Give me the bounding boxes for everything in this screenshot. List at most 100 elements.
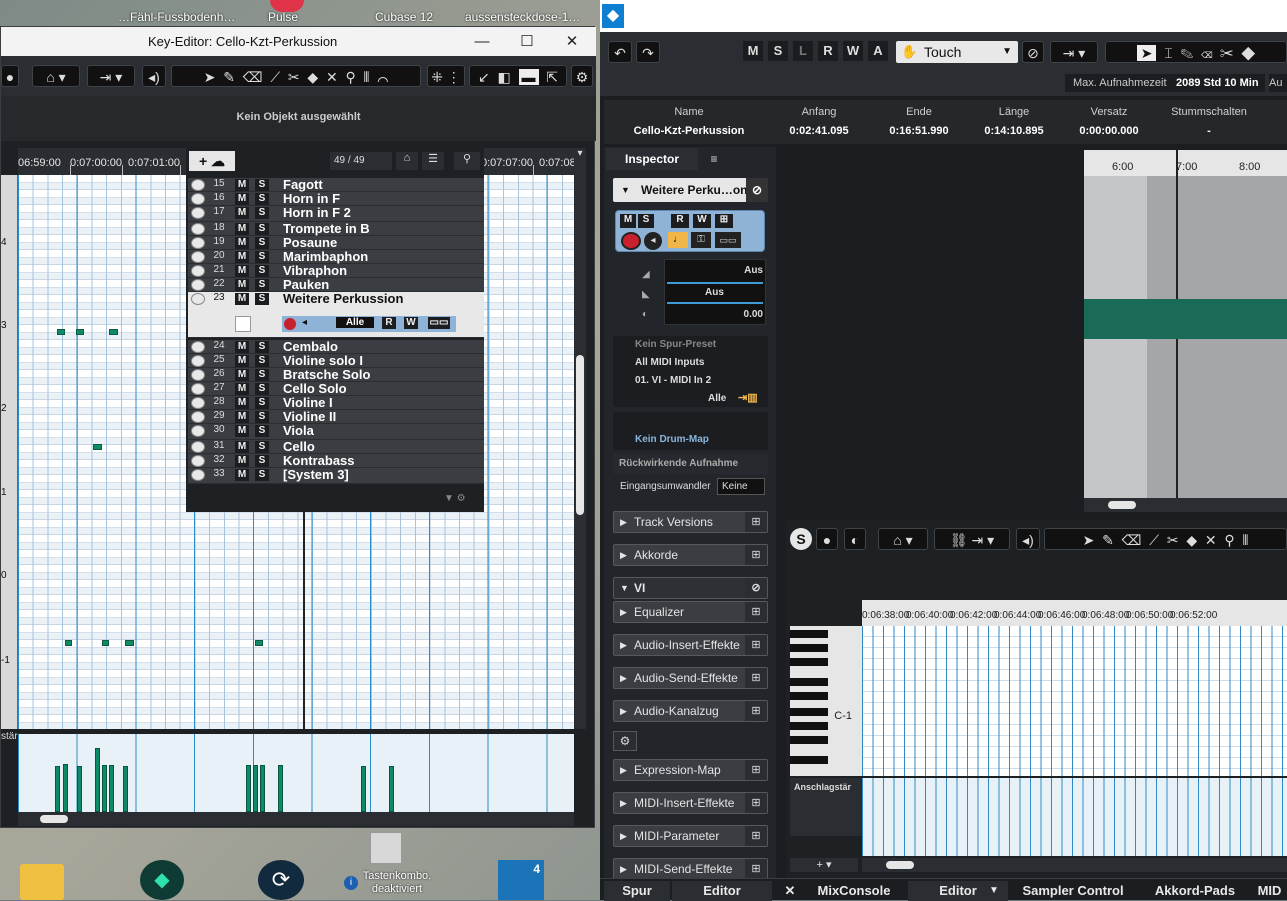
track-name[interactable]: Cembalo <box>283 339 338 354</box>
track-row-17[interactable]: 17 M S Horn in F 2 <box>188 205 484 222</box>
solo-editor-icon[interactable]: S <box>790 528 812 550</box>
solo-icon[interactable]: ● <box>1 65 19 87</box>
speaker-icon[interactable]: ◂) <box>1016 528 1040 550</box>
mute-button[interactable]: M <box>235 411 249 423</box>
solo-button[interactable]: S <box>638 214 654 228</box>
glue-icon[interactable]: ◆ <box>1186 532 1197 548</box>
write-button[interactable]: W <box>404 317 418 329</box>
black-key[interactable] <box>790 736 828 744</box>
channel-select[interactable]: Alle <box>336 317 374 328</box>
glue-icon[interactable]: ◆ <box>1241 45 1255 61</box>
mute-icon[interactable]: ✕ <box>1205 532 1217 548</box>
solo-button[interactable]: S <box>255 455 269 467</box>
velocity-bar[interactable] <box>278 765 283 812</box>
inspector-section-track-versions[interactable]: ▶ Track Versions ⊞ <box>613 511 768 533</box>
black-key[interactable] <box>790 708 828 716</box>
arrow-icon[interactable]: ↙ <box>478 69 490 85</box>
collapse-icon[interactable]: ▼ <box>621 178 630 202</box>
edit-instrument-icon[interactable]: ⊘ <box>746 178 768 202</box>
mute-button[interactable]: M <box>235 469 249 481</box>
track-name[interactable]: Horn in F <box>283 191 340 206</box>
ruler-scroll-icon[interactable]: ▾ <box>574 148 586 175</box>
lock-icon[interactable]: ⚿ <box>691 232 711 248</box>
midi-note[interactable] <box>93 444 102 450</box>
info-value-start[interactable]: 0:02:41.095 <box>779 125 859 137</box>
section-action-icon[interactable]: ⊞ <box>745 826 767 846</box>
track-name[interactable]: Violine solo I <box>283 353 363 368</box>
autoscroll-icon[interactable]: ⌂ ▾ <box>878 528 928 550</box>
autoscroll-icon[interactable]: ⌂ ▾ <box>32 65 80 87</box>
track-row-22[interactable]: 22 M S Pauken <box>188 277 484 292</box>
lanes-icon[interactable]: ⊞ <box>715 214 733 228</box>
desktop-icon-label[interactable]: Pulse <box>268 10 298 24</box>
line-icon[interactable]: ⫴ <box>1242 532 1248 548</box>
track-row-21[interactable]: 21 M S Vibraphon <box>188 263 484 278</box>
track-name[interactable]: Vibraphon <box>283 263 347 278</box>
arrange-area[interactable]: 6:00 7:00 8:00 <box>1084 150 1287 512</box>
inspector-section-audio-kanalzug[interactable]: ▶ Audio-Kanalzug ⊞ <box>613 700 768 722</box>
inspector-section-audio-insert-effekte[interactable]: ▶ Audio-Insert-Effekte ⊞ <box>613 634 768 656</box>
velocity-bar[interactable] <box>253 765 258 812</box>
split-icon[interactable]: ✂ <box>1220 45 1233 61</box>
mute-button[interactable]: M <box>235 355 249 367</box>
section-action-icon[interactable]: ⊞ <box>745 701 767 721</box>
velocity-bar[interactable] <box>260 765 265 812</box>
read-button[interactable]: R <box>818 41 838 61</box>
tab-midi[interactable]: MID <box>1252 881 1287 901</box>
solo-button[interactable]: S <box>255 341 269 353</box>
listen-button[interactable]: L <box>793 41 813 61</box>
midi-note[interactable] <box>109 329 118 335</box>
track-name[interactable]: Viola <box>283 423 314 438</box>
desktop-icon-label[interactable]: aussensteckdose-1… <box>465 10 580 24</box>
midi-note[interactable] <box>125 640 134 646</box>
velocity-bar[interactable] <box>77 766 82 812</box>
pan-slider[interactable] <box>667 302 763 304</box>
track-name[interactable]: Cello <box>283 439 315 454</box>
velocity-lane[interactable] <box>18 734 574 812</box>
track-name[interactable]: [System 3] <box>283 467 349 482</box>
record-enable-button[interactable] <box>621 232 641 250</box>
mute-button[interactable]: M <box>235 207 249 219</box>
midi-note[interactable] <box>57 329 65 335</box>
midi-note[interactable] <box>255 640 263 646</box>
solo-button[interactable]: S <box>255 279 269 291</box>
inspector-section-akkorde[interactable]: ▶ Akkorde ⊞ <box>613 544 768 566</box>
gear-icon[interactable]: ⚙ <box>613 731 637 751</box>
solo-button[interactable]: S <box>255 265 269 277</box>
timebase-icon[interactable]: ♩ <box>668 232 688 248</box>
solo-button[interactable]: S <box>255 223 269 235</box>
midi-input-select[interactable]: All MIDI Inputs <box>635 357 704 368</box>
volume-slider[interactable] <box>667 282 763 284</box>
keyboard-icon[interactable] <box>370 832 402 864</box>
mute-button[interactable]: M <box>235 425 249 437</box>
quantize-icon[interactable]: ⁜ ⋮ <box>427 65 465 87</box>
velocity-bar[interactable] <box>123 766 128 812</box>
track-checkbox[interactable] <box>235 316 251 332</box>
folder-icon[interactable] <box>20 864 64 900</box>
velocity-bar[interactable] <box>95 748 100 812</box>
hscroll-thumb[interactable] <box>1108 501 1136 509</box>
list-icon[interactable]: ☰ <box>422 152 444 170</box>
track-row-29[interactable]: 29 M S Violine II <box>188 409 484 424</box>
chevron-down-icon[interactable]: ▼ <box>984 881 1004 901</box>
track-row-27[interactable]: 27 M S Cello Solo <box>188 381 484 396</box>
solo-button[interactable]: S <box>255 193 269 205</box>
inspector-section-midi-send-effekte[interactable]: ▶ MIDI-Send-Effekte ⊞ <box>613 858 768 880</box>
section-action-icon[interactable]: ⊞ <box>745 760 767 780</box>
desktop-icon-label[interactable]: …Fähl-Fussbodenh… <box>118 10 235 24</box>
section-action-icon[interactable]: ⊞ <box>745 602 767 622</box>
range-icon[interactable]: ⌶ <box>1164 45 1172 61</box>
monitor-icon[interactable]: ◂ <box>302 317 307 328</box>
solo-button[interactable]: S <box>255 355 269 367</box>
section-action-icon[interactable]: ⊞ <box>745 859 767 879</box>
curve-icon[interactable]: ⌒ <box>377 69 388 85</box>
mountain-app-icon[interactable]: 4 <box>498 860 544 900</box>
track-row-28[interactable]: 28 M S Violine I <box>188 395 484 410</box>
split-icon[interactable]: ✂ <box>288 69 300 85</box>
midi-part-weitere-perkussion[interactable] <box>1084 299 1287 339</box>
section-action-icon[interactable]: ⊞ <box>745 635 767 655</box>
zoom-icon[interactable]: ⚲ <box>1224 532 1234 548</box>
track-row-24[interactable]: 24 M S Cembalo <box>188 339 484 354</box>
write-button[interactable]: W <box>693 214 711 228</box>
monitor-icon[interactable]: ◐ <box>844 528 866 550</box>
